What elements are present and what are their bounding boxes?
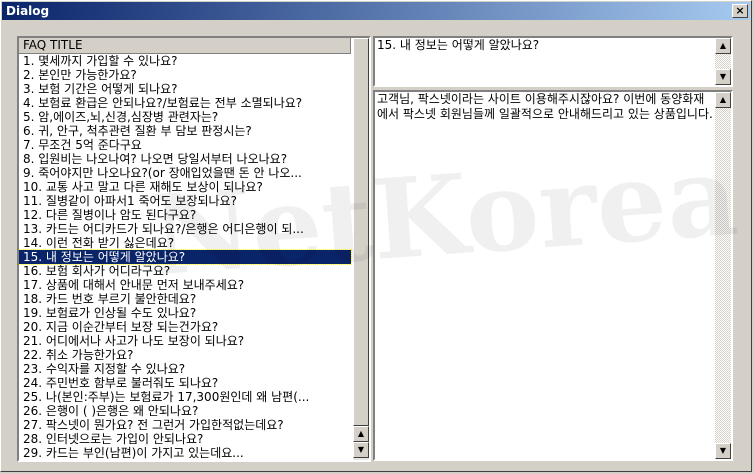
answer-scroll-down-button[interactable]: ▼ [715,443,731,459]
faq-list-item[interactable]: 7. 무조건 5억 준다구요 [19,138,351,152]
faq-list-item[interactable]: 8. 입원비는 나오나여? 나오면 당일서부터 나오나요? [19,152,351,166]
answer-textbox[interactable]: 고객님, 팍스넷이라는 사이트 이용해주시잖아요? 이번에 동양화재에서 팍스넷… [373,90,733,461]
faq-list-item[interactable]: 24. 주민번호 함부로 불러줘도 되나요? [19,376,351,390]
question-text: 15. 내 정보는 어떻게 알았나요? [377,38,540,52]
question-scrollbar[interactable]: ▲ ▼ [715,38,731,85]
faq-list-item[interactable]: 17. 상품에 대해서 안내문 먼저 보내주세요? [19,278,351,292]
faq-list-item[interactable]: 25. 나(본인:주부)는 보험료가 17,300원인데 왜 남편(... [19,390,351,404]
close-button[interactable]: × [732,4,748,18]
faq-list-item[interactable]: 9. 죽어야지만 나오나요?(or 장애입었을땐 돈 안 나오... [19,166,351,180]
faq-list-item[interactable]: 14. 이런 전화 받기 싫은데요? [19,236,351,250]
faq-list-scroll-up-button[interactable]: ▲ [353,426,369,442]
faq-list-item[interactable]: 15. 내 정보는 어떻게 알았나요? [19,249,352,265]
faq-list-item[interactable]: 23. 수익자를 지정할 수 있나요? [19,362,351,376]
faq-list-scroll-thumb[interactable] [353,38,369,426]
scroll-down-icon: ▼ [357,445,365,454]
faq-list-item[interactable]: 6. 귀, 안구, 척추관련 질환 부 담보 판정시는? [19,124,351,138]
faq-list-item[interactable]: 4. 보험료 환급은 안되나요?/보험료는 전부 소멸되나요? [19,96,351,110]
faq-list-item[interactable]: 16. 보험 회사가 어디라구요? [19,264,351,278]
dialog-window: Dialog × FAQ TITLE 1. 몇세까지 가입할 수 있나요? 2. … [0,0,752,472]
faq-list-item[interactable]: 22. 취소 가능한가요? [19,348,351,362]
scroll-up-icon: ▲ [357,429,365,438]
faq-list-item[interactable]: 5. 암,에이즈,뇌,신경,심장병 관련자는? [19,110,351,124]
faq-list-header[interactable]: FAQ TITLE [19,38,351,54]
question-scroll-up-button[interactable]: ▲ [715,38,731,54]
close-icon: × [735,4,745,17]
faq-list-item[interactable]: 18. 카드 번호 부르기 불안한데요? [19,292,351,306]
answer-scrollbar[interactable]: ▲ ▼ [715,92,731,459]
faq-list-item[interactable]: 12. 다른 질병이나 암도 된다구요? [19,208,351,222]
scroll-down-icon: ▼ [719,72,727,81]
faq-list-item[interactable]: 3. 보험 기간은 어떻게 되나요? [19,82,351,96]
question-scroll-down-button[interactable]: ▼ [715,69,731,85]
window-title: Dialog [6,4,50,18]
faq-list-item[interactable]: 29. 카드는 부인(남편)이 가지고 있는데요... [19,446,351,460]
faq-list-scrollbar[interactable]: ▲ ▼ [353,38,369,460]
scroll-up-icon: ▲ [719,95,727,104]
faq-list-item[interactable]: 1. 몇세까지 가입할 수 있나요? [19,54,351,68]
faq-list-item[interactable]: 10. 교통 사고 말고 다른 재해도 보상이 되나요? [19,180,351,194]
faq-list-item[interactable]: 20. 지금 이순간부터 보장 되는건가요? [19,320,351,334]
faq-list-item[interactable]: 19. 보험료가 인상될 수도 있나요? [19,306,351,320]
faq-list-item[interactable]: 26. 은행이 ( )은행은 왜 안되나요? [19,404,351,418]
faq-list-item[interactable]: 28. 인터넷으로는 가입이 안되나요? [19,432,351,446]
question-textbox[interactable]: 15. 내 정보는 어떻게 알았나요? ▲ ▼ [373,36,733,87]
answer-text: 고객님, 팍스넷이라는 사이트 이용해주시잖아요? 이번에 동양화재에서 팍스넷… [377,92,713,121]
faq-list-item[interactable]: 13. 카드는 어디카드가 되나요?/은행은 어디은행이 되... [19,222,351,236]
faq-list-item[interactable]: 2. 본인만 가능한가요? [19,68,351,82]
faq-list-item[interactable]: 11. 질병같이 아파서1 죽어도 보장되나요? [19,194,351,208]
answer-scroll-up-button[interactable]: ▲ [715,92,731,108]
faq-list[interactable]: FAQ TITLE 1. 몇세까지 가입할 수 있나요? 2. 본인만 가능한가요… [17,36,371,462]
faq-list-item[interactable]: 21. 어디에서나 사고가 나도 보장이 되나요? [19,334,351,348]
scroll-up-icon: ▲ [719,41,727,50]
faq-list-items: 1. 몇세까지 가입할 수 있나요? 2. 본인만 가능한가요? 3. 보험 기간은… [19,54,352,460]
scroll-down-icon: ▼ [719,446,727,455]
faq-list-scroll-down-button[interactable]: ▼ [353,442,369,458]
title-bar[interactable]: Dialog × [2,2,750,20]
faq-list-item[interactable]: 27. 팍스넷이 뭔가요? 전 그런거 가입한적없는데요? [19,418,351,432]
